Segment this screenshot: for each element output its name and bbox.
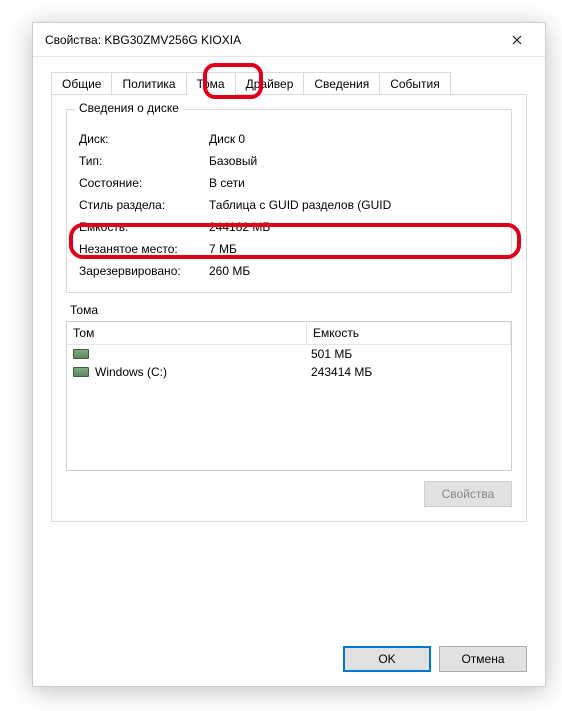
properties-dialog: Свойства: KBG30ZMV256G KIOXIA Общие Поли… [32,22,546,687]
disk-info-group: Сведения о диске Диск:Диск 0 Тип:Базовый… [66,109,512,293]
properties-button-row: Свойства [66,481,512,507]
window-title: Свойства: KBG30ZMV256G KIOXIA [45,33,241,47]
dialog-footer: OK Отмена [343,646,527,672]
list-item[interactable]: 501 МБ [67,345,511,363]
disk-value: Диск 0 [207,128,501,150]
tab-general[interactable]: Общие [51,72,112,95]
volume-icon [73,349,89,359]
partition-style-value: Таблица с GUID разделов (GUID [207,194,501,216]
tab-driver[interactable]: Драйвер [235,72,305,95]
column-capacity[interactable]: Емкость [307,322,511,344]
tab-panel: Сведения о диске Диск:Диск 0 Тип:Базовый… [51,94,527,522]
listview-header: Том Емкость [67,322,511,345]
reserved-label: Зарезервировано: [77,260,207,282]
volume-icon [73,367,89,377]
volume-capacity: 243414 МБ [311,365,505,379]
partition-style-label: Стиль раздела: [77,194,207,216]
status-value: В сети [207,172,501,194]
tab-details[interactable]: Сведения [303,72,380,95]
disk-info-table: Диск:Диск 0 Тип:Базовый Состояние:В сети… [77,128,501,282]
tab-volumes[interactable]: Тома [186,72,236,95]
reserved-value: 260 МБ [207,260,501,282]
cancel-button[interactable]: Отмена [439,646,527,672]
unallocated-label: Незанятое место: [77,238,207,260]
volumes-section: Тома Том Емкость 501 МБ Windows (C:) 243… [66,303,512,471]
volume-capacity: 501 МБ [311,347,505,361]
disk-info-legend: Сведения о диске [75,101,183,115]
properties-button: Свойства [424,481,512,507]
tab-policy[interactable]: Политика [111,72,186,95]
unallocated-value: 7 МБ [207,238,501,260]
type-label: Тип: [77,150,207,172]
capacity-label: Емкость: [77,216,207,238]
volumes-label: Тома [70,303,512,317]
list-item[interactable]: Windows (C:) 243414 МБ [67,363,511,381]
close-button[interactable] [497,26,537,54]
disk-label: Диск: [77,128,207,150]
tab-strip: Общие Политика Тома Драйвер Сведения Соб… [33,57,545,94]
volume-name: Windows (C:) [95,365,167,379]
volumes-listview[interactable]: Том Емкость 501 МБ Windows (C:) 243414 М… [66,321,512,471]
type-value: Базовый [207,150,501,172]
titlebar: Свойства: KBG30ZMV256G KIOXIA [33,23,545,57]
ok-button[interactable]: OK [343,646,431,672]
status-label: Состояние: [77,172,207,194]
capacity-value: 244182 МБ [207,216,501,238]
column-name[interactable]: Том [67,322,307,344]
tab-events[interactable]: События [379,72,451,95]
